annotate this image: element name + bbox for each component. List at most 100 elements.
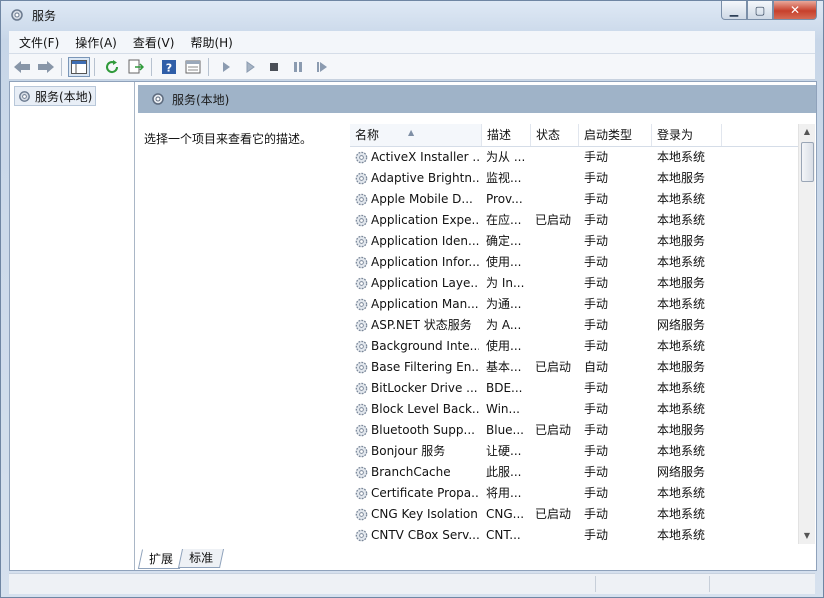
menu-file[interactable]: 文件(F) — [13, 34, 65, 51]
back-button[interactable] — [11, 57, 33, 77]
service-name: Application Iden... — [371, 234, 479, 248]
start-service-alt-button[interactable] — [239, 57, 261, 77]
service-row[interactable]: ASP.NET 状态服务为 A... 手动 网络服务 — [350, 315, 798, 336]
column-header-logon-label: 登录为 — [657, 128, 694, 142]
service-startup-type: 手动 — [584, 339, 609, 353]
service-row[interactable]: CNG Key Isolation CNG... 已启动 手动 本地系统 — [350, 504, 798, 525]
status-bar-divider — [709, 576, 710, 592]
forward-arrow-icon — [38, 60, 54, 73]
service-row[interactable]: Base Filtering En... 基本... 已启动 自动 本地服务 — [350, 357, 798, 378]
column-header-name[interactable]: ▲ 名称 — [350, 124, 482, 146]
restart-service-button[interactable] — [311, 57, 333, 77]
help-button[interactable]: ? — [158, 57, 180, 77]
pause-service-button[interactable] — [287, 57, 309, 77]
service-row[interactable]: Application Expe... 在应... 已启动 手动 本地系统 — [350, 210, 798, 231]
service-row[interactable]: Bluetooth Supp... Blue... 已启动 手动 本地服务 — [350, 420, 798, 441]
minimize-button[interactable]: ▁ — [721, 1, 747, 20]
maximize-button[interactable]: ▢ — [747, 1, 773, 20]
service-status — [535, 294, 583, 315]
service-status — [535, 525, 583, 544]
refresh-button[interactable] — [101, 57, 123, 77]
start-service-button[interactable] — [215, 57, 237, 77]
service-name: ActiveX Installer ... — [371, 150, 479, 164]
service-status — [535, 315, 583, 336]
service-name: Adaptive Brightn... — [371, 171, 479, 185]
service-status — [535, 168, 583, 189]
service-row[interactable]: BitLocker Drive ... BDE... 手动 本地系统 — [350, 378, 798, 399]
service-description-cell: 为 In... — [486, 276, 525, 290]
service-row[interactable]: Adaptive Brightn... 监视... 手动 本地服务 — [350, 168, 798, 189]
service-logon-as: 本地服务 — [657, 276, 706, 290]
close-button[interactable]: ✕ — [773, 1, 817, 20]
tab-extended[interactable]: 扩展 — [137, 549, 185, 569]
service-row[interactable]: Block Level Back... Win... 手动 本地系统 — [350, 399, 798, 420]
service-row[interactable]: Application Iden... 确定... 手动 本地服务 — [350, 231, 798, 252]
scroll-up-arrow-icon[interactable]: ▲ — [799, 124, 815, 140]
tab-standard-label: 标准 — [189, 551, 214, 565]
service-logon-as: 本地系统 — [657, 507, 706, 521]
minimize-icon: ▁ — [729, 3, 739, 17]
service-logon-as: 网络服务 — [657, 318, 706, 332]
tree-item-label: 服务(本地) — [35, 89, 93, 104]
service-status — [535, 462, 583, 483]
column-header-startup[interactable]: 启动类型 — [579, 124, 652, 146]
properties-button[interactable] — [182, 57, 204, 77]
service-description-cell: Prov... — [486, 192, 523, 206]
service-description-cell: 使用... — [486, 255, 522, 269]
vertical-scrollbar[interactable]: ▲ ▼ — [798, 124, 815, 544]
service-description-cell: 为从 ... — [486, 150, 526, 164]
forward-button[interactable] — [35, 57, 57, 77]
show-hide-console-tree-button[interactable] — [68, 56, 90, 77]
menu-help[interactable]: 帮助(H) — [184, 34, 238, 51]
service-startup-type: 手动 — [584, 297, 609, 311]
console-tree: 服务(本地) — [10, 82, 135, 570]
service-row[interactable]: Application Infor... 使用... 手动 本地系统 — [350, 252, 798, 273]
service-logon-as: 网络服务 — [657, 465, 706, 479]
menu-view[interactable]: 查看(V) — [127, 34, 181, 51]
service-status — [535, 147, 583, 168]
menu-action[interactable]: 操作(A) — [69, 34, 123, 51]
service-row[interactable]: Application Laye... 为 In... 手动 本地服务 — [350, 273, 798, 294]
service-logon-as: 本地服务 — [657, 234, 706, 248]
service-row[interactable]: Bonjour 服务 让硬... 手动 本地系统 — [350, 441, 798, 462]
column-header-startup-label: 启动类型 — [584, 128, 633, 142]
service-description-cell: Win... — [486, 402, 520, 416]
service-name: BitLocker Drive ... — [371, 381, 478, 395]
column-header-status[interactable]: 状态 — [531, 124, 579, 146]
service-name: Background Inte... — [371, 339, 479, 353]
stop-service-button[interactable] — [263, 57, 285, 77]
service-status — [535, 336, 583, 357]
export-list-button[interactable] — [125, 57, 147, 77]
service-gear-icon — [355, 508, 368, 521]
service-name: Application Expe... — [371, 213, 479, 227]
service-description-cell: CNT... — [486, 528, 521, 542]
scrollbar-thumb[interactable] — [801, 142, 814, 182]
column-header-desc[interactable]: 描述 — [482, 124, 531, 146]
service-status — [535, 231, 583, 252]
service-row[interactable]: Background Inte... 使用... 手动 本地系统 — [350, 336, 798, 357]
service-row[interactable]: ActiveX Installer ... 为从 ... 手动 本地系统 — [350, 147, 798, 168]
service-logon-as: 本地系统 — [657, 150, 706, 164]
maximize-icon: ▢ — [754, 3, 766, 17]
service-description-cell: 在应... — [486, 213, 522, 227]
service-row[interactable]: Application Man... 为通... 手动 本地系统 — [350, 294, 798, 315]
service-row[interactable]: Certificate Propa... 将用... 手动 本地系统 — [350, 483, 798, 504]
service-row[interactable]: CNTV CBox Serv... CNT... 手动 本地系统 — [350, 525, 798, 544]
column-header-desc-label: 描述 — [487, 128, 512, 142]
column-header-logon[interactable]: 登录为 — [652, 124, 722, 146]
title-bar[interactable]: 服务 ▁ ▢ ✕ — [1, 1, 823, 29]
service-logon-as: 本地系统 — [657, 213, 706, 227]
tree-item-services-local[interactable]: 服务(本地) — [14, 86, 97, 106]
service-status — [535, 399, 583, 420]
tab-standard[interactable]: 标准 — [177, 549, 225, 568]
service-name: Block Level Back... — [371, 402, 479, 416]
close-icon: ✕ — [789, 3, 801, 17]
service-startup-type: 自动 — [584, 360, 609, 374]
service-gear-icon — [355, 256, 368, 269]
service-startup-type: 手动 — [584, 423, 609, 437]
service-row[interactable]: BranchCache 此服... 手动 网络服务 — [350, 462, 798, 483]
service-gear-icon — [355, 319, 368, 332]
service-row[interactable]: Apple Mobile D... Prov... 手动 本地系统 — [350, 189, 798, 210]
scroll-down-arrow-icon[interactable]: ▼ — [799, 528, 815, 544]
service-name: CNTV CBox Serv... — [371, 528, 479, 542]
